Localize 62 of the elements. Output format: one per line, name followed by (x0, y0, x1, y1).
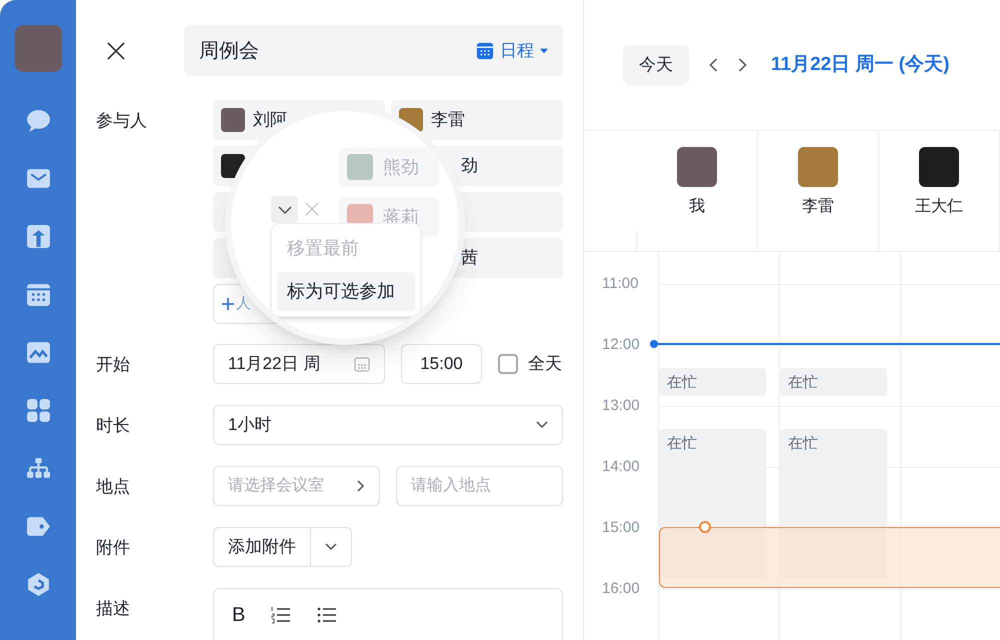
document-icon[interactable] (26, 224, 50, 249)
new-event-block[interactable] (659, 527, 1000, 588)
time-field[interactable]: 15:00 (401, 344, 482, 384)
time-label: 14:00 (602, 458, 640, 476)
time-label: 13:00 (602, 397, 640, 415)
all-day-checkbox[interactable] (498, 354, 518, 374)
event-type-dropdown[interactable]: 日程 (476, 38, 548, 64)
calendar-icon (354, 356, 370, 372)
field-label: 时长 (96, 415, 131, 437)
tag-icon[interactable] (26, 514, 50, 539)
time-label: 15:00 (602, 519, 640, 537)
field-label: 描述 (96, 598, 131, 620)
person-name: 李雷 (802, 196, 834, 217)
close-icon (107, 42, 125, 60)
chevron-down-icon (278, 206, 292, 214)
caret-icon (540, 48, 548, 54)
calendar-icon[interactable] (26, 282, 50, 307)
location-input[interactable]: 请输入地点 (396, 466, 563, 506)
chevron-left-icon[interactable] (709, 58, 718, 72)
avatar-photo-placeholder (347, 154, 373, 180)
avatar-photo-placeholder (798, 147, 838, 187)
chevron-down-icon (536, 421, 548, 429)
org-chart-icon[interactable] (26, 456, 50, 481)
calendar-icon (476, 42, 494, 60)
mail-icon[interactable] (26, 166, 50, 191)
duration-dropdown[interactable]: 1小时 (213, 405, 563, 445)
chevron-down-icon (325, 543, 337, 551)
title-field[interactable]: 周例会 日程 (184, 25, 563, 76)
expand-button[interactable] (271, 196, 298, 223)
chat-icon[interactable] (26, 108, 50, 133)
remove-button[interactable] (305, 202, 319, 216)
field-label: 参与人 (96, 110, 148, 132)
field-label: 附件 (96, 537, 131, 559)
avatar-photo-placeholder (919, 147, 959, 187)
apps-icon[interactable] (26, 398, 50, 423)
field-label: 地点 (96, 476, 131, 498)
person-name: 王大仁 (915, 196, 963, 217)
chevron-right-icon (357, 480, 365, 492)
field-label: 开始 (96, 354, 131, 376)
busy-block: 在忙 (780, 368, 887, 396)
image-icon[interactable] (26, 340, 50, 365)
plus-icon (222, 298, 234, 310)
menu-item[interactable]: 标为可选参加 (277, 272, 415, 311)
time-label: 16:00 (602, 580, 640, 598)
description-editor[interactable]: B (213, 588, 563, 640)
bold-button[interactable]: B (232, 603, 246, 627)
time-label: 12:00 (602, 336, 640, 354)
date-title: 11月22日 周一 (今天) (771, 52, 950, 77)
all-day-label: 全天 (528, 353, 562, 376)
bulleted-list-icon[interactable] (317, 606, 338, 624)
person-name: 我 (689, 196, 705, 217)
busy-block: 在忙 (659, 368, 766, 396)
cube-icon[interactable] (26, 572, 50, 597)
avatar-photo-placeholder (677, 147, 717, 187)
today-button[interactable]: 今天 (623, 45, 689, 85)
participant-chip[interactable]: 李雷 (391, 100, 563, 140)
close-icon (305, 202, 319, 216)
avatar-photo-placeholder (221, 108, 245, 132)
time-label: 11:00 (602, 275, 638, 293)
chevron-right-icon[interactable] (738, 58, 747, 72)
date-field[interactable]: 11月22日 周 (213, 344, 385, 384)
numbered-list-icon[interactable] (271, 606, 292, 624)
